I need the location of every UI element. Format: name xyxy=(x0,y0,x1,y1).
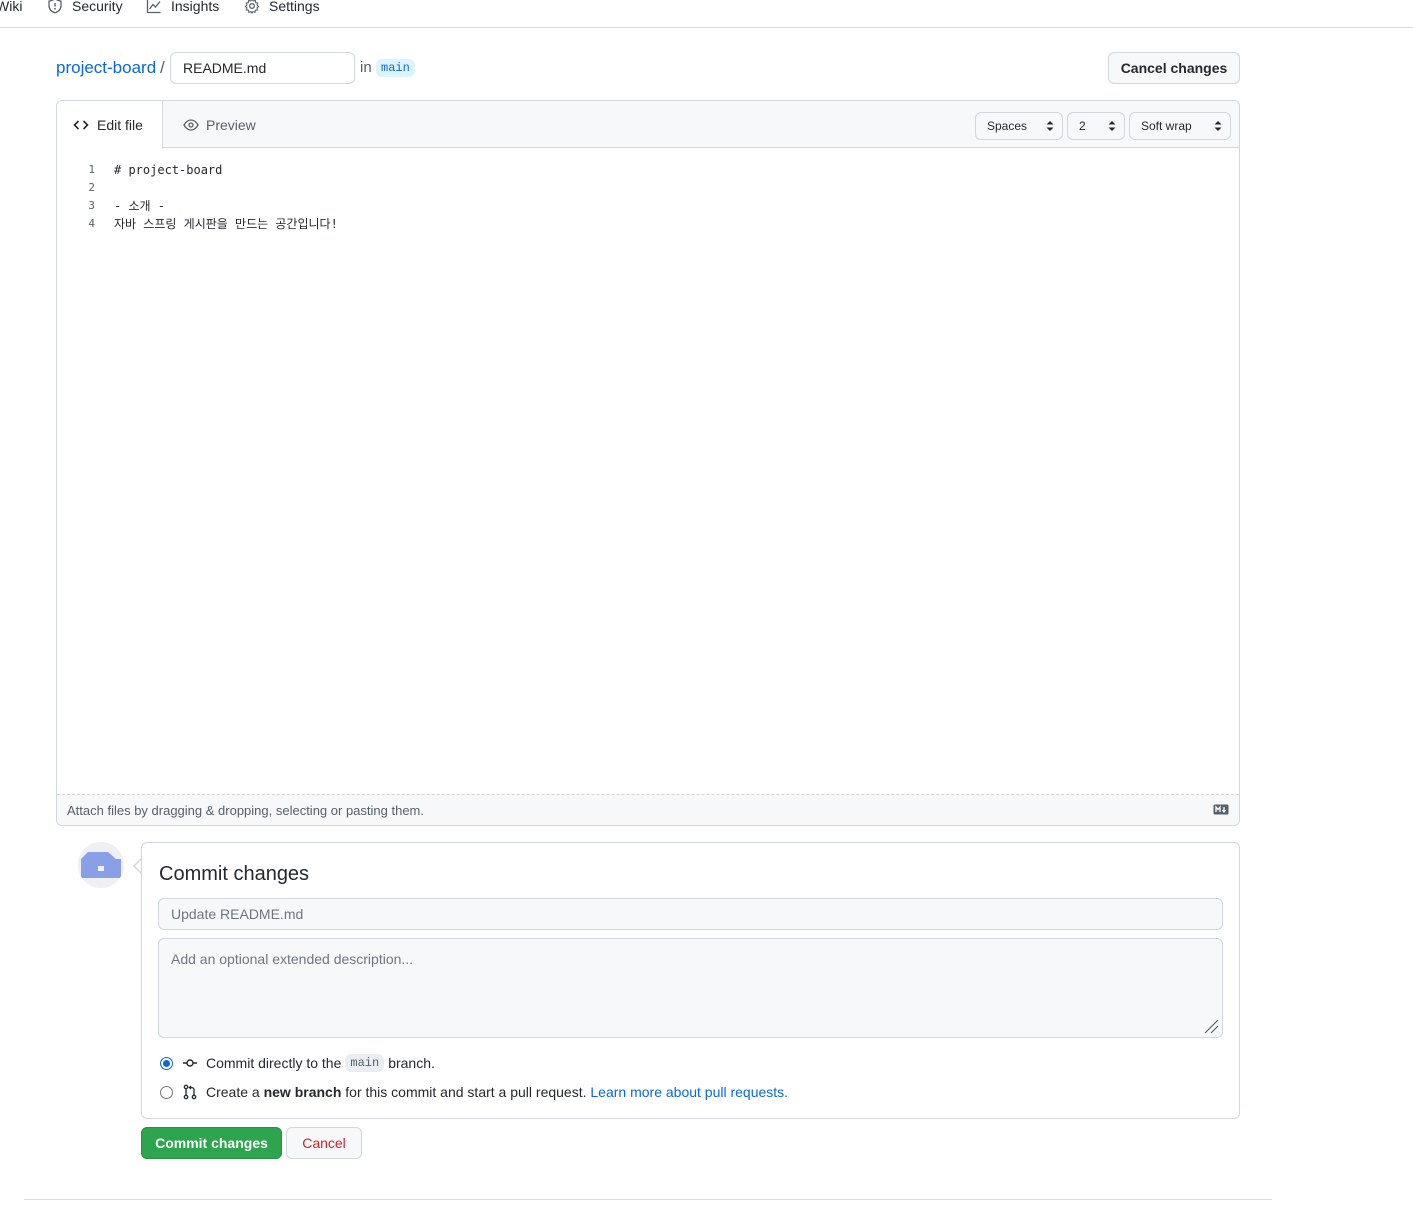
line-text: 자바 스프링 게시판을 만드는 공간입니다! xyxy=(114,217,338,231)
indent-size-select[interactable]: 2 xyxy=(1067,112,1125,140)
in-label: in xyxy=(360,59,372,76)
option-text: branch. xyxy=(388,1055,435,1071)
line-number: 3 xyxy=(88,199,95,212)
option-text: for this commit and start a pull request… xyxy=(345,1084,587,1100)
code-line: 4 자바 스프링 게시판을 만드는 공간입니다! xyxy=(57,215,1239,233)
gear-icon xyxy=(244,0,260,14)
indent-mode-select[interactable]: Spaces xyxy=(975,112,1063,140)
line-text: - 소개 - xyxy=(114,199,165,213)
learn-more-link[interactable]: Learn more about pull requests. xyxy=(590,1084,788,1100)
path-separator: / xyxy=(160,58,165,77)
nav-item-security[interactable]: Security xyxy=(47,0,123,18)
branch-badge: main xyxy=(376,59,415,77)
option-text: Commit directly to the xyxy=(206,1055,342,1071)
cancel-button[interactable]: Cancel xyxy=(286,1127,362,1159)
code-line: 1 # project-board xyxy=(57,161,1239,179)
line-number: 2 xyxy=(88,181,95,194)
select-value: 2 xyxy=(1079,119,1086,133)
commit-changes-button[interactable]: Commit changes xyxy=(141,1127,282,1159)
select-arrows-icon xyxy=(1214,121,1222,131)
footer-divider xyxy=(24,1199,1272,1200)
filename-input[interactable] xyxy=(170,52,355,84)
attach-files-area[interactable]: Attach files by dragging & dropping, sel… xyxy=(57,794,1239,825)
select-arrows-icon xyxy=(1108,121,1116,131)
repo-nav: Wiki Security Insights Settings xyxy=(0,0,1413,28)
git-pull-request-icon xyxy=(183,1084,197,1100)
avatar xyxy=(78,842,124,888)
markdown-icon xyxy=(1213,804,1229,815)
line-number: 1 xyxy=(88,163,95,176)
commit-message-input[interactable] xyxy=(158,898,1223,930)
nav-item-label: Insights xyxy=(171,0,220,14)
nav-item-settings[interactable]: Settings xyxy=(244,0,320,18)
commit-new-branch-radio[interactable] xyxy=(160,1085,173,1099)
nav-item-label: Security xyxy=(72,0,123,14)
option-text: Create a xyxy=(206,1084,260,1100)
nav-item-label: Wiki xyxy=(0,0,23,14)
tab-label: Preview xyxy=(206,117,256,133)
code-line: 3 - 소개 - xyxy=(57,197,1239,215)
avatar-identicon xyxy=(78,842,124,888)
repo-link[interactable]: project-board xyxy=(56,58,156,78)
wrap-mode-select[interactable]: Soft wrap xyxy=(1129,112,1231,140)
select-arrows-icon xyxy=(1046,121,1054,131)
nav-item-wiki[interactable]: Wiki xyxy=(0,0,22,18)
commit-direct-radio[interactable] xyxy=(160,1056,173,1070)
commit-form: Commit changes Commit directly to the ma… xyxy=(141,842,1240,1119)
commit-direct-option[interactable]: Commit directly to the main branch. xyxy=(160,1053,435,1073)
code-line: 2 xyxy=(57,179,1239,197)
attach-hint: Attach files by dragging & dropping, sel… xyxy=(67,803,424,818)
tab-preview[interactable]: Preview xyxy=(183,101,256,149)
nav-item-insights[interactable]: Insights xyxy=(146,0,219,18)
file-editor: Edit file Preview Spaces 2 Soft wrap 1 #… xyxy=(56,100,1240,826)
editor-toolbar: Edit file Preview Spaces 2 Soft wrap xyxy=(57,101,1239,149)
commit-heading: Commit changes xyxy=(159,863,310,885)
shield-icon xyxy=(48,0,62,14)
branch-badge: main xyxy=(345,1054,385,1072)
select-value: Spaces xyxy=(987,119,1028,133)
tab-label: Edit file xyxy=(97,117,143,133)
resize-handle-icon[interactable] xyxy=(1203,1018,1219,1034)
option-text-bold: new branch xyxy=(263,1084,342,1100)
graph-icon xyxy=(146,0,161,14)
nav-item-label: Settings xyxy=(269,0,320,14)
commit-new-branch-option[interactable]: Create a new branch for this commit and … xyxy=(160,1082,788,1102)
select-value: Soft wrap xyxy=(1141,119,1192,133)
code-icon xyxy=(73,120,89,130)
tab-edit-file[interactable]: Edit file xyxy=(57,101,163,149)
cancel-changes-button[interactable]: Cancel changes xyxy=(1108,52,1240,84)
git-commit-icon xyxy=(183,1059,197,1067)
commit-description-input[interactable] xyxy=(158,938,1223,1038)
line-number: 4 xyxy=(88,217,95,230)
eye-icon xyxy=(183,119,199,131)
code-area[interactable]: 1 # project-board 2 3 - 소개 - 4 자바 스프링 게시… xyxy=(57,161,1239,233)
line-text: # project-board xyxy=(114,163,223,177)
